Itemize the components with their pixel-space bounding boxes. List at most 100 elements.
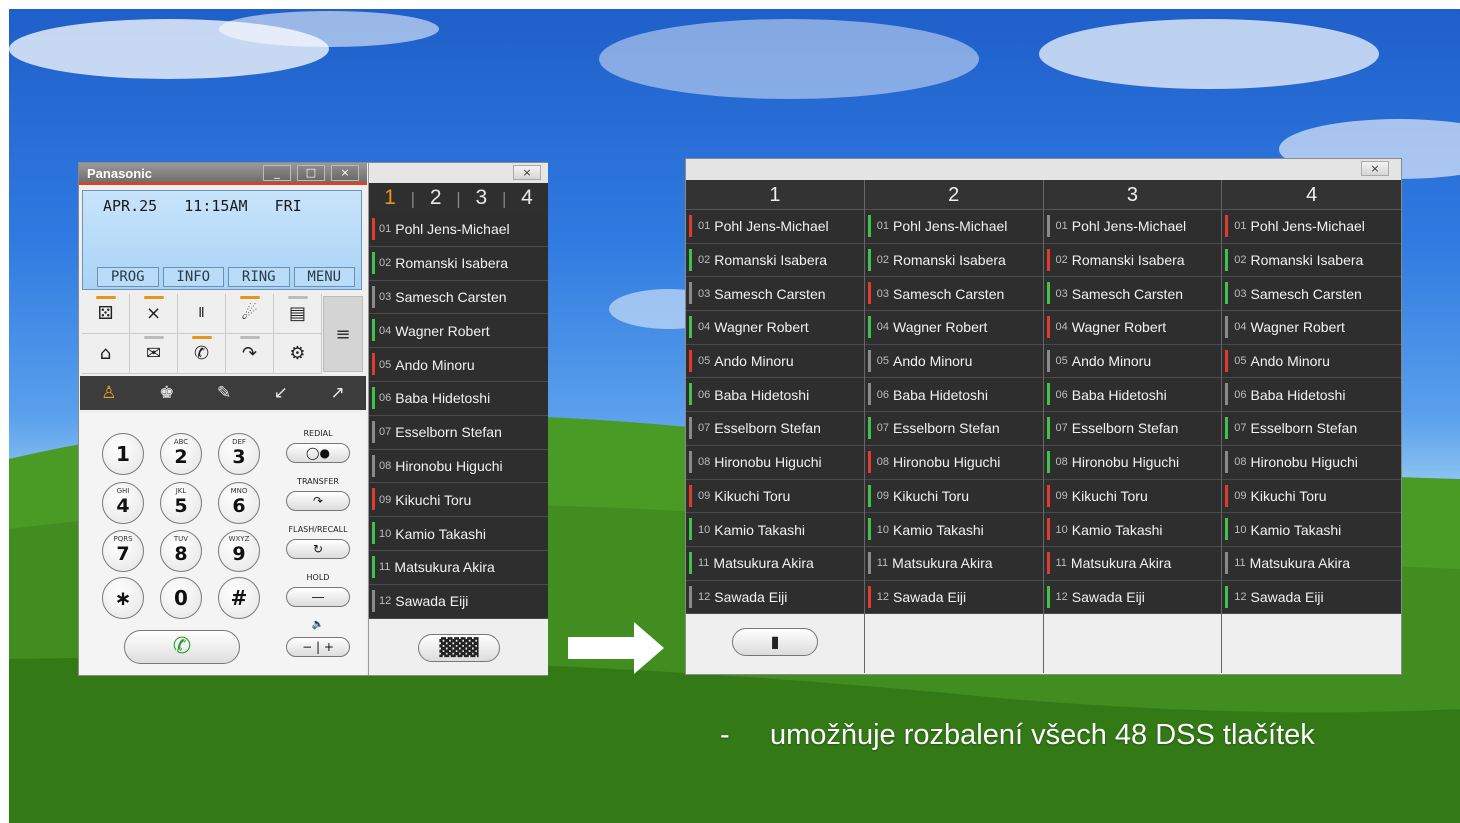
dss-key[interactable]: 05 Ando Minoru: [1222, 344, 1401, 379]
dss-expanded-close-button[interactable]: ×: [1361, 161, 1389, 176]
call-forward-icon[interactable]: ↷: [226, 334, 274, 374]
dss-key[interactable]: 01 Pohl Jens-Michael: [864, 210, 1043, 244]
dss-key[interactable]: 08 Hironobu Higuchi: [369, 449, 548, 484]
dss-key[interactable]: 06 Baba Hidetoshi: [864, 378, 1043, 413]
dss-key[interactable]: 10 Kamio Takashi: [686, 513, 864, 547]
dss-key[interactable]: 01 Pohl Jens-Michael: [369, 213, 548, 247]
volume-minus[interactable]: −: [302, 640, 312, 654]
speaker-volume-icon[interactable]: ☄: [226, 294, 274, 334]
dss-key[interactable]: 04 Wagner Robert: [1222, 311, 1401, 345]
dss-key[interactable]: 08 Hironobu Higuchi: [686, 445, 864, 480]
dss-key[interactable]: 10 Kamio Takashi: [369, 517, 548, 551]
dss-key[interactable]: 10 Kamio Takashi: [1043, 513, 1222, 547]
softkey-info[interactable]: INFO: [162, 267, 224, 287]
flash-recall-button[interactable]: ↻: [286, 539, 350, 559]
dss-key[interactable]: 09 Kikuchi Toru: [1043, 479, 1222, 514]
mail-icon[interactable]: ✉: [130, 334, 178, 374]
volume-control[interactable]: − | +: [286, 637, 350, 657]
dss-key[interactable]: 07 Esselborn Stefan: [1043, 412, 1222, 446]
dss-key[interactable]: 11 Matsukura Akira: [1222, 546, 1401, 581]
hold-button[interactable]: ―: [286, 587, 350, 607]
group-icon[interactable]: ⚄: [82, 294, 130, 334]
dss-key[interactable]: 04 Wagner Robert: [864, 311, 1043, 345]
call-button[interactable]: ✆: [124, 630, 240, 664]
contact-active-icon[interactable]: ♙: [101, 383, 116, 403]
dss-key[interactable]: 04 Wagner Robert: [1043, 311, 1222, 345]
restore-button[interactable]: □: [297, 165, 325, 181]
dss-key[interactable]: 09 Kikuchi Toru: [686, 479, 864, 514]
transfer-button[interactable]: ↷: [286, 491, 350, 511]
dial-key-5[interactable]: JKL 5: [160, 482, 202, 524]
dss-key[interactable]: 07 Esselborn Stefan: [864, 412, 1043, 446]
dial-key-9[interactable]: WXYZ 9: [218, 530, 260, 572]
dss-key[interactable]: 09 Kikuchi Toru: [1222, 479, 1401, 514]
call-in-icon[interactable]: ↙: [274, 383, 288, 403]
dss-key[interactable]: 07 Esselborn Stefan: [369, 415, 548, 450]
dss-key[interactable]: 05 Ando Minoru: [864, 344, 1043, 379]
dss-key[interactable]: 11 Matsukura Akira: [864, 546, 1043, 581]
dss-key[interactable]: 08 Hironobu Higuchi: [1043, 445, 1222, 480]
dial-key-8[interactable]: TUV 8: [160, 530, 202, 572]
dss-key[interactable]: 03 Samesch Carsten: [864, 277, 1043, 312]
softkey-menu[interactable]: MENU: [293, 267, 355, 287]
dss-key[interactable]: 03 Samesch Carsten: [369, 280, 548, 315]
edit-icon[interactable]: ✎: [217, 383, 231, 403]
dss-key[interactable]: 06 Baba Hidetoshi: [686, 378, 864, 413]
dial-key-7[interactable]: PQRS 7: [102, 530, 144, 572]
123-icon[interactable]: Ⅱ: [178, 294, 226, 334]
softkey-prog[interactable]: PROG: [97, 267, 159, 287]
dss-key[interactable]: 01 Pohl Jens-Michael: [1222, 210, 1401, 244]
dss-key[interactable]: 06 Baba Hidetoshi: [1222, 378, 1401, 413]
dss-small-close-button[interactable]: ×: [513, 165, 541, 180]
dss-key[interactable]: 06 Baba Hidetoshi: [369, 381, 548, 416]
dss-key[interactable]: 03 Samesch Carsten: [686, 277, 864, 312]
dss-key[interactable]: 02 Romanski Isabera: [1222, 243, 1401, 278]
page-tab-4[interactable]: 4: [521, 186, 533, 210]
dss-key[interactable]: 05 Ando Minoru: [1043, 344, 1222, 379]
call-out-icon[interactable]: ↗: [330, 383, 344, 403]
dss-key[interactable]: 09 Kikuchi Toru: [864, 479, 1043, 514]
dss-key[interactable]: 02 Romanski Isabera: [1043, 243, 1222, 278]
softkey-ring[interactable]: RING: [228, 267, 290, 287]
home-icon[interactable]: ⌂: [82, 334, 130, 374]
dss-key[interactable]: 07 Esselborn Stefan: [686, 412, 864, 446]
redial-button[interactable]: ◯●: [286, 443, 350, 463]
dss-key[interactable]: 02 Romanski Isabera: [686, 243, 864, 278]
dss-key[interactable]: 10 Kamio Takashi: [864, 513, 1043, 547]
dial-key-4[interactable]: GHI 4: [102, 482, 144, 524]
dss-key[interactable]: 12 Sawada Eiji: [686, 580, 864, 615]
page-tab-1[interactable]: 1: [384, 186, 396, 210]
dss-key[interactable]: 03 Samesch Carsten: [1222, 277, 1401, 312]
phone-call-icon[interactable]: ✆: [178, 334, 226, 374]
contacts-group-icon[interactable]: ♚: [159, 383, 174, 403]
dss-key[interactable]: 05 Ando Minoru: [369, 348, 548, 382]
dss-key[interactable]: 12 Sawada Eiji: [369, 584, 548, 619]
dss-key[interactable]: 03 Samesch Carsten: [1043, 277, 1222, 312]
dss-key[interactable]: 11 Matsukura Akira: [1043, 546, 1222, 581]
dss-key[interactable]: 11 Matsukura Akira: [369, 550, 548, 585]
dss-key[interactable]: 01 Pohl Jens-Michael: [686, 210, 864, 244]
dss-key[interactable]: 01 Pohl Jens-Michael: [1043, 210, 1222, 244]
dial-key-hash[interactable]: #: [218, 577, 260, 619]
dial-key-6[interactable]: MNO 6: [218, 482, 260, 524]
page-tab-3[interactable]: 3: [475, 186, 487, 210]
collapse-dss-button[interactable]: ▮: [732, 628, 818, 657]
dial-key-1[interactable]: 1: [102, 433, 144, 475]
dss-key[interactable]: 04 Wagner Robert: [369, 314, 548, 349]
volume-plus[interactable]: +: [324, 640, 334, 654]
dss-key[interactable]: 06 Baba Hidetoshi: [1043, 378, 1222, 413]
dss-key[interactable]: 09 Kikuchi Toru: [369, 483, 548, 518]
dial-key-2[interactable]: ABC 2: [160, 433, 202, 475]
settings-icon[interactable]: ⚙: [274, 334, 322, 374]
dss-key[interactable]: 12 Sawada Eiji: [864, 580, 1043, 615]
dss-key[interactable]: 08 Hironobu Higuchi: [1222, 445, 1401, 480]
dss-key[interactable]: 02 Romanski Isabera: [864, 243, 1043, 278]
no-disturb-icon[interactable]: ⨯: [130, 294, 178, 334]
dss-key[interactable]: 08 Hironobu Higuchi: [864, 445, 1043, 480]
dss-key[interactable]: 12 Sawada Eiji: [1043, 580, 1222, 615]
menu-lines-icon[interactable]: ≡: [323, 296, 363, 372]
dss-key[interactable]: 05 Ando Minoru: [686, 344, 864, 379]
dial-key-star[interactable]: ∗: [102, 577, 144, 619]
dial-key-0[interactable]: 0: [160, 577, 202, 619]
dial-key-3[interactable]: DEF 3: [218, 433, 260, 475]
